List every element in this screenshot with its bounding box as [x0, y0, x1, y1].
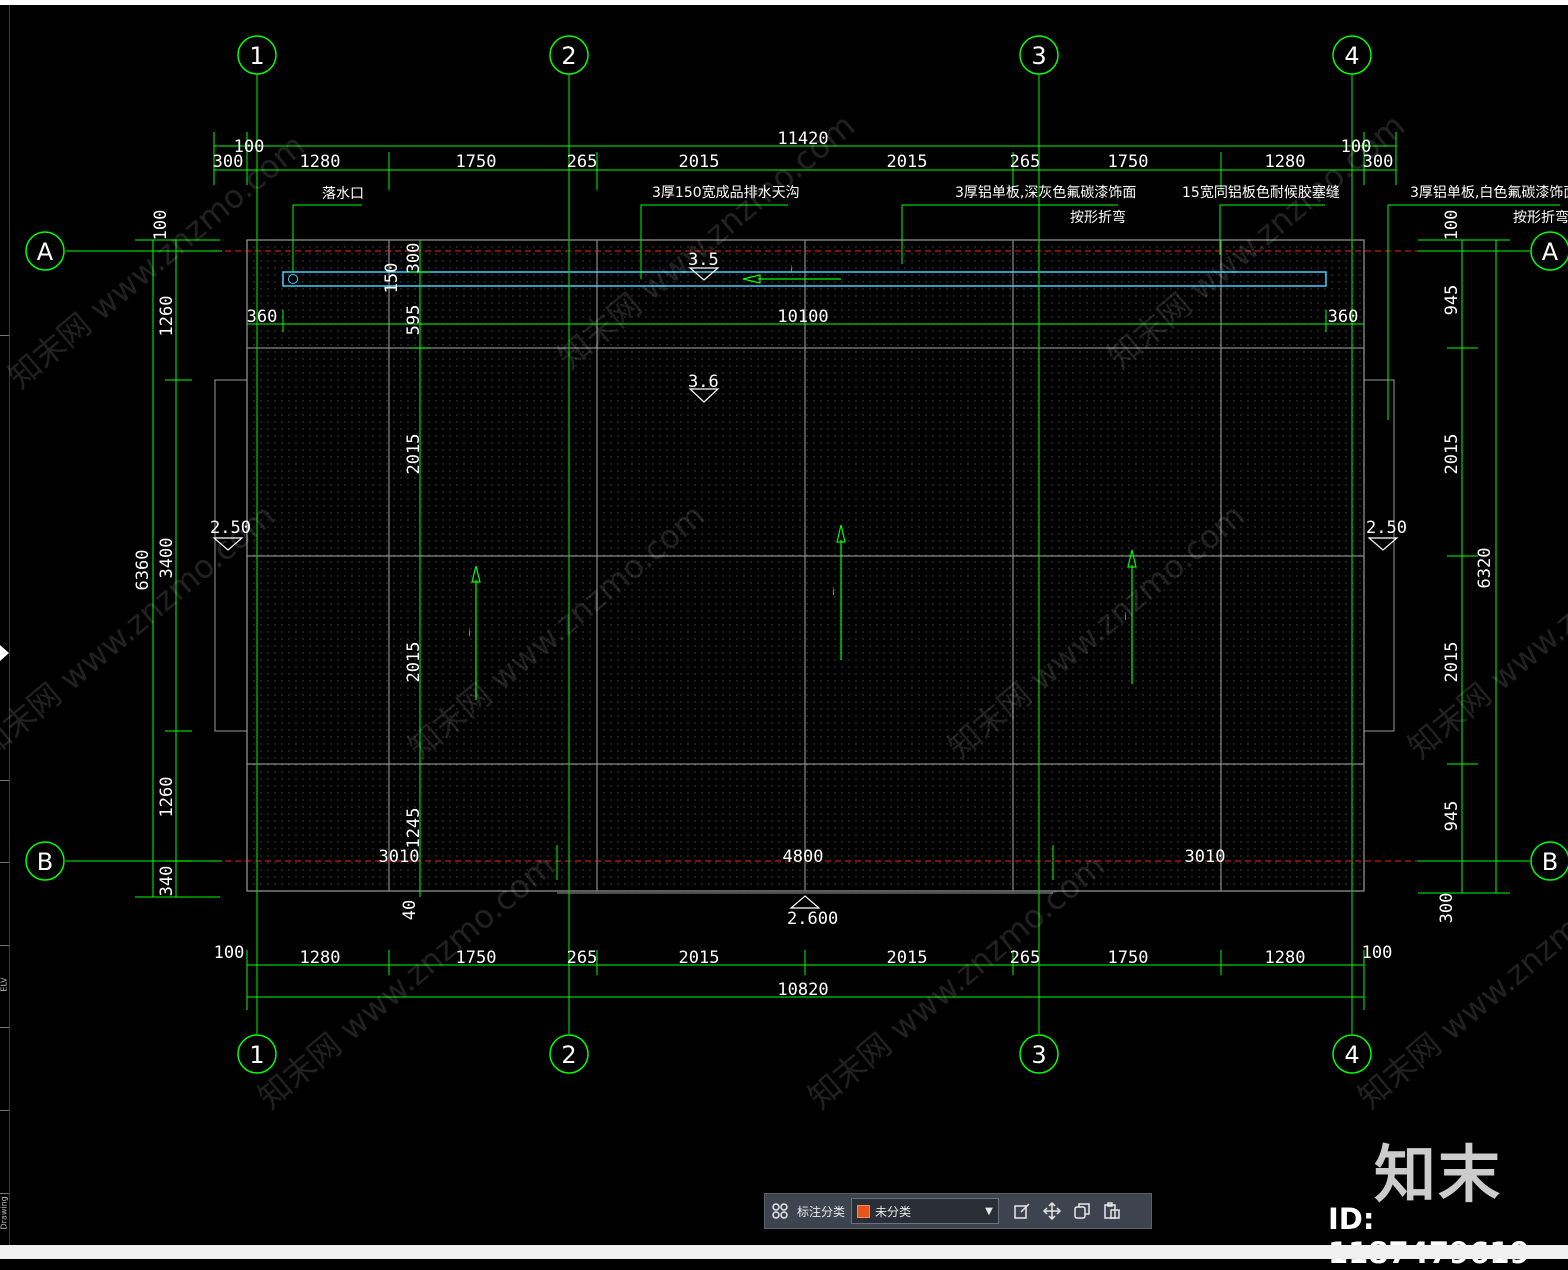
axis-label-a-right: A — [1542, 238, 1559, 266]
dim-inner-seg: 2015 — [404, 642, 424, 683]
dim-top-seg: 2015 — [887, 152, 928, 172]
level-marker-icon — [789, 895, 821, 909]
dimension-category-toolbar: 标注分类 未分类 ▼ — [764, 1193, 1152, 1229]
dim-gutter-right: 360 — [1328, 307, 1359, 327]
note-panel-white-2: 按形折弯 — [1513, 209, 1568, 226]
category-select[interactable]: 未分类 ▼ — [851, 1198, 1000, 1224]
dim-bottom-seg: 2015 — [887, 948, 928, 968]
watermark: 知末网 www.znzmo.com — [1351, 846, 1568, 1116]
dim-left-seg: 1260 — [157, 296, 177, 337]
right-dimension-lines — [1418, 239, 1510, 894]
dim-right-total: 6320 — [1475, 548, 1495, 589]
dim-top-seg: 1750 — [1108, 152, 1149, 172]
dim-left-seg: 1260 — [157, 777, 177, 818]
slope-label: i — [468, 628, 471, 639]
grid-icon[interactable] — [765, 1196, 795, 1226]
axis-label-b-right: B — [1542, 848, 1558, 876]
dim-bottom-total: 10820 — [777, 980, 828, 1000]
dim-top-seg: 2015 — [679, 152, 720, 172]
axis-label-b-left: B — [37, 848, 53, 876]
paste-icon[interactable] — [1097, 1196, 1127, 1226]
dim-right-seg: 100 — [1442, 210, 1462, 241]
dim-gutter-width: 150 — [382, 263, 402, 294]
category-color-swatch — [857, 1204, 871, 1218]
slope-label: i — [832, 587, 835, 598]
note-panel-dark: 3厚铝单板,深灰色氟碳漆饰面 — [955, 184, 1136, 201]
move-icon[interactable] — [1037, 1196, 1067, 1226]
dim-top-seg: 265 — [567, 152, 598, 172]
right-parapet-outline — [1363, 379, 1395, 732]
axis-label-a-left: A — [37, 238, 54, 266]
cad-drawing-canvas[interactable]: 1 2 3 4 1 2 3 4 A A B B 11420 100 100 30… — [0, 0, 1568, 1259]
watermark: 知末网 www.znzmo.com — [0, 496, 282, 766]
axis-label-4-top: 4 — [1344, 42, 1359, 70]
level-bottom: 2.600 — [787, 909, 838, 929]
dim-right-seg: 2015 — [1442, 434, 1462, 475]
dim-top-seg: 265 — [1010, 152, 1041, 172]
dim-bottom-seg: 265 — [567, 948, 598, 968]
dim-inner-seg: 1245 — [404, 808, 424, 849]
axis-label-2-top: 2 — [561, 42, 576, 70]
dim-sill-mid: 4800 — [783, 847, 824, 867]
note-panel-white: 3厚铝单板,白色氟碳漆饰面 — [1410, 184, 1568, 201]
axis-label-3-top: 3 — [1031, 42, 1046, 70]
chevron-down-icon[interactable]: ▼ — [980, 1206, 998, 1217]
dim-left-seg: 340 — [157, 866, 177, 897]
dim-sill-left: 3010 — [379, 847, 420, 867]
dim-bottom-seg: 2015 — [679, 948, 720, 968]
axis-label-1-top: 1 — [249, 42, 264, 70]
level-right: 2.50 — [1366, 518, 1407, 538]
dim-left-total: 6360 — [133, 550, 153, 591]
dim-inner-seg: 2015 — [404, 434, 424, 475]
edit-icon[interactable] — [1007, 1196, 1037, 1226]
copy-icon[interactable] — [1067, 1196, 1097, 1226]
dim-bottom-right-100: 100 — [1362, 943, 1393, 963]
dim-top-seg: 1750 — [456, 152, 497, 172]
dim-right-seg: 300 — [1437, 893, 1457, 924]
axis-label-1-bottom: 1 — [249, 1041, 264, 1069]
dim-right-seg: 2015 — [1442, 642, 1462, 683]
dim-bottom-left-100: 100 — [214, 943, 245, 963]
dim-right-seg: 945 — [1442, 285, 1462, 316]
brand-logo: 知末 — [1374, 1138, 1503, 1211]
dim-bottom-seg: 1280 — [1265, 948, 1306, 968]
note-drain: 落水口 — [322, 186, 364, 202]
dim-gutter-left: 360 — [247, 307, 278, 327]
dim-inner-seg: 40 — [400, 900, 420, 920]
slope-label: i — [790, 265, 793, 276]
axis-label-4-bottom: 4 — [1344, 1041, 1359, 1069]
watermark: 知末网 www.znzmo.com — [1401, 496, 1568, 766]
bottom-status-strip — [0, 1245, 1568, 1259]
toolbar-label: 标注分类 — [797, 1204, 846, 1219]
axis-label-3-bottom: 3 — [1031, 1041, 1046, 1069]
resource-id: ID: 1187479619 — [1328, 1202, 1530, 1270]
dim-top-seg: 1280 — [1265, 152, 1306, 172]
note-panel-dark-2: 按形折弯 — [1070, 209, 1126, 226]
dim-inner-seg: 595 — [404, 305, 424, 336]
level-marker-icon — [1367, 537, 1399, 551]
dim-sill-right: 3010 — [1185, 847, 1226, 867]
dim-inner-seg: 300 — [404, 243, 424, 274]
dim-right-seg: 945 — [1442, 801, 1462, 832]
level-roof: 3.6 — [688, 372, 719, 392]
axis-label-2-bottom: 2 — [561, 1041, 576, 1069]
category-select-value: 未分类 — [875, 1204, 912, 1219]
dim-gutter-mid: 10100 — [777, 307, 828, 327]
dim-bottom-seg: 1280 — [300, 948, 341, 968]
dim-bottom-seg: 1750 — [1108, 948, 1149, 968]
